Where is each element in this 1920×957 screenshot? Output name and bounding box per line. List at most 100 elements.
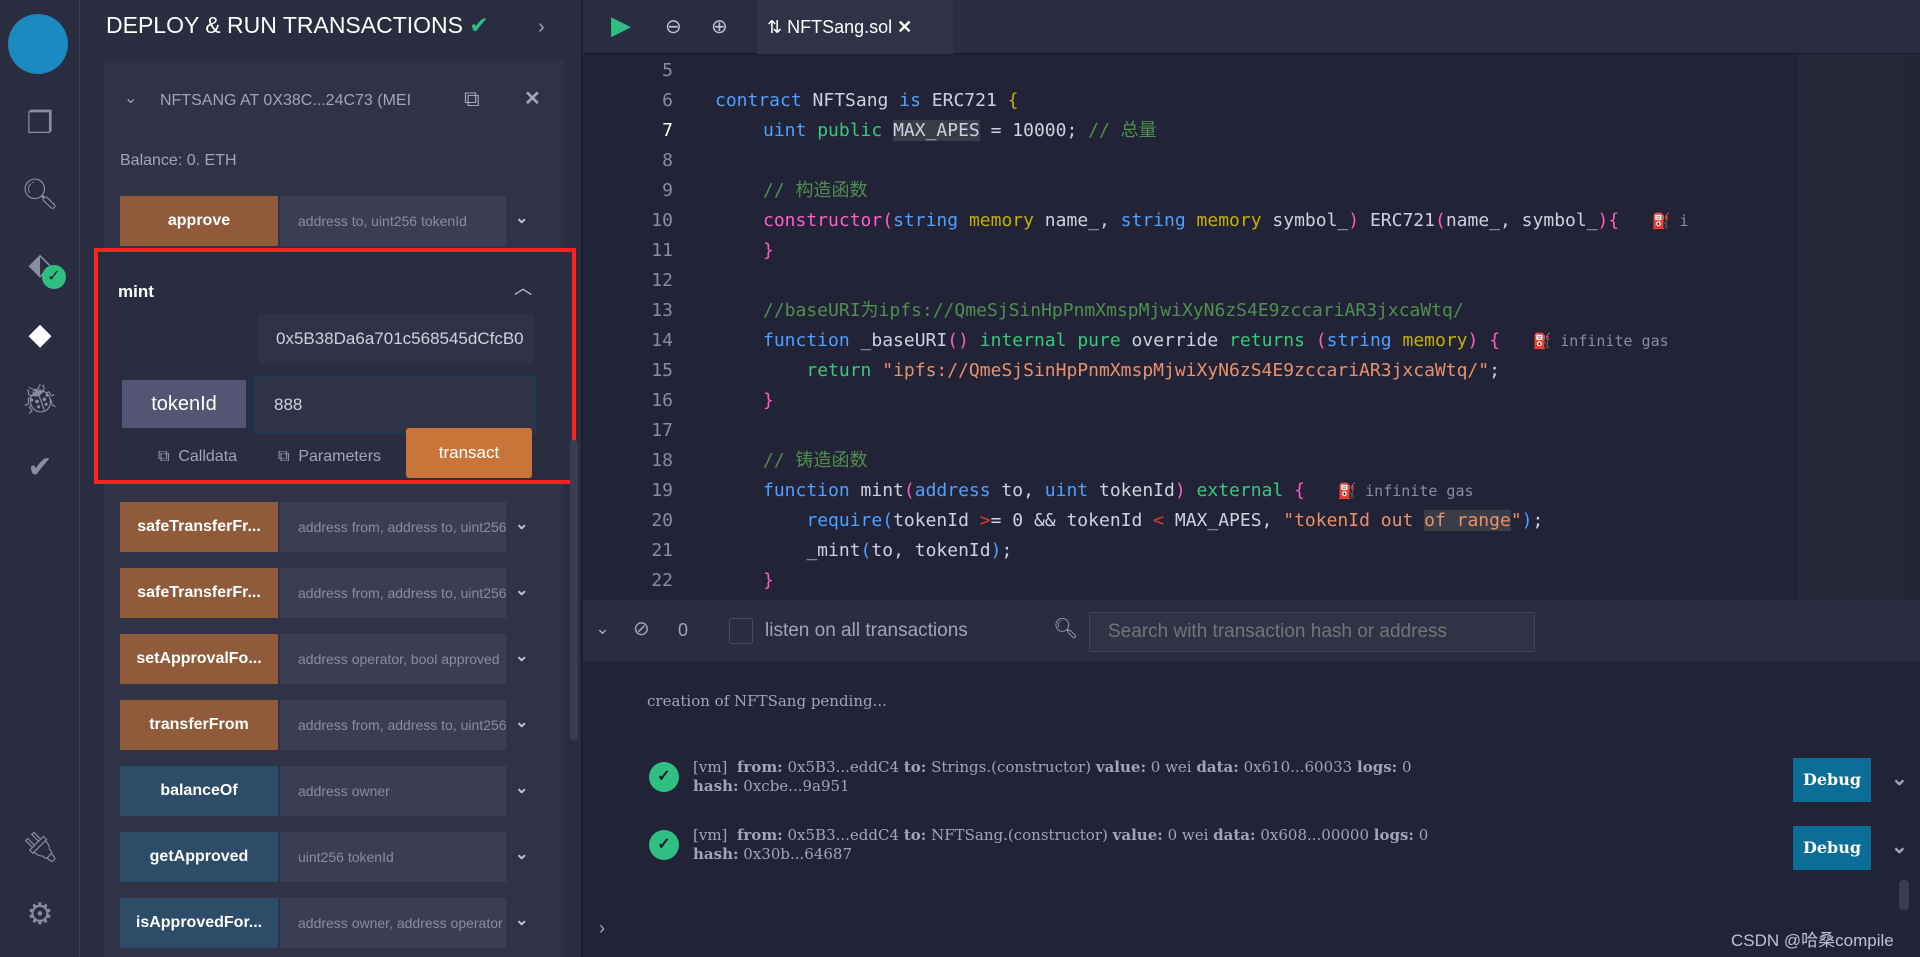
mint-title: mint — [118, 282, 154, 301]
expand-chevron-icon[interactable]: ⌄ — [515, 844, 528, 864]
transaction-log[interactable]: ✓ [vm] from: 0x5B3...eddC4 to: NFTSang.(… — [643, 826, 1920, 886]
line-number: 13 — [651, 300, 673, 321]
debugger-icon[interactable]: 🐞︎ — [20, 380, 60, 420]
function-button[interactable]: transferFrom — [120, 700, 278, 750]
line-number: 12 — [651, 270, 673, 291]
expand-chevron-icon[interactable]: ⌄ — [515, 514, 528, 534]
function-params-input[interactable]: address owner — [280, 766, 506, 816]
pending-count: 0 — [678, 620, 689, 640]
expand-chevron-icon[interactable]: ⌄ — [515, 778, 528, 798]
parameters-copy-button[interactable]: ⧉ Parameters — [278, 448, 381, 466]
collapse-terminal-icon[interactable]: ⌄ — [595, 618, 610, 639]
settings-gear-icon[interactable]: ⚙ — [20, 895, 60, 935]
prompt-icon[interactable]: › — [599, 918, 605, 939]
listen-label: listen on all transactions — [765, 620, 968, 641]
function-row: balanceOf address owner ⌄ — [120, 766, 528, 816]
function-button[interactable]: getApproved — [120, 832, 278, 882]
clear-icon[interactable]: ⊘ — [633, 616, 650, 641]
function-row: setApprovalFo... address operator, bool a… — [120, 634, 528, 684]
collapse-chevron-icon[interactable]: ⌄ — [124, 88, 137, 108]
line-number: 22 — [651, 570, 673, 591]
function-row: approve address to, uint256 tokenId ⌄ — [120, 196, 528, 246]
zoom-in-icon[interactable]: ⊕ — [711, 14, 728, 39]
code-line: //baseURI为ipfs://QmeSjSinHpPnmXmspMjwiXy… — [763, 300, 1464, 321]
transaction-search-input[interactable] — [1089, 612, 1535, 652]
expand-chevron-icon[interactable]: ⌄ — [515, 910, 528, 930]
calldata-copy-button[interactable]: ⧉ Calldata — [158, 448, 237, 466]
search-icon[interactable]: 🔍︎ — [20, 175, 60, 215]
expand-chevron-icon[interactable]: ⌄ — [515, 208, 528, 228]
function-button[interactable]: balanceOf — [120, 766, 278, 816]
zoom-out-icon[interactable]: ⊖ — [665, 14, 682, 39]
line-number: 19 — [651, 480, 673, 501]
function-button[interactable]: safeTransferFr... — [120, 502, 278, 552]
line-number: 10 — [651, 210, 673, 231]
code-line: function _baseURI() internal pure overri… — [763, 330, 1669, 351]
close-tab-icon[interactable]: ✕ — [897, 17, 912, 37]
function-params-input[interactable]: uint256 tokenId — [280, 832, 506, 882]
to-input[interactable] — [258, 314, 534, 364]
tab-nftsang[interactable]: ⇅ NFTSang.sol ✕ — [757, 0, 953, 54]
copy-icon: ⧉ — [278, 448, 290, 465]
file-sync-icon: ⇅ — [767, 17, 783, 37]
plugin-manager-icon[interactable]: 🔌︎ — [20, 828, 60, 868]
remix-logo-icon[interactable] — [8, 14, 68, 74]
collapse-up-chevron[interactable]: ︿ — [514, 274, 532, 300]
editor-scrollbar[interactable] — [1903, 54, 1920, 600]
debug-button[interactable]: Debug — [1793, 758, 1871, 802]
function-params-input[interactable]: address from, address to, uint256 tokenI… — [280, 700, 506, 750]
line-number: 16 — [651, 390, 673, 411]
code-line: return "ipfs://QmeSjSinHpPnmXmspMjwiXyN6… — [806, 360, 1500, 381]
panel-title: DEPLOY & RUN TRANSACTIONS — [106, 12, 464, 38]
pending-message: creation of NFTSang pending... — [647, 692, 887, 710]
line-number: 5 — [662, 60, 673, 81]
deploy-run-icon[interactable]: ◆ — [20, 315, 60, 355]
transaction-log[interactable]: ✓ [vm] from: 0x5B3...eddC4 to: Strings.(… — [643, 758, 1920, 818]
terminal: ⌄ ⊘ 0 listen on all transactions 🔍︎ crea… — [583, 600, 1920, 957]
function-button[interactable]: approve — [120, 196, 278, 246]
expand-chevron-icon[interactable]: ⌄ — [515, 646, 528, 666]
panel-scrollbar[interactable] — [570, 440, 578, 740]
success-check-icon: ✓ — [649, 830, 679, 860]
close-icon[interactable]: ✕ — [524, 86, 541, 111]
panel-expand-chevron[interactable]: › — [538, 16, 545, 39]
function-row: safeTransferFr... address from, address t… — [120, 568, 528, 618]
tokenid-input[interactable] — [254, 376, 536, 434]
tests-icon[interactable]: ✔ — [20, 448, 60, 488]
expand-chevron-icon[interactable]: ⌄ — [515, 712, 528, 732]
copy-icon[interactable]: ⧉ — [464, 86, 480, 112]
transact-button[interactable]: transact — [406, 428, 532, 478]
success-check-icon: ✓ — [649, 762, 679, 792]
code-line: } — [763, 240, 774, 261]
run-script-icon[interactable]: ▶ — [611, 10, 631, 41]
code-line: contract NFTSang is ERC721 { — [715, 90, 1019, 111]
function-button[interactable]: safeTransferFr... — [120, 568, 278, 618]
debug-button[interactable]: Debug — [1793, 826, 1871, 870]
copy-icon: ⧉ — [158, 448, 170, 465]
function-params-input[interactable]: address to, uint256 tokenId — [280, 196, 506, 246]
function-params-input[interactable]: address owner, address operator — [280, 898, 506, 948]
listen-checkbox[interactable] — [729, 618, 753, 644]
transaction-summary: [vm] from: 0x5B3...eddC4 to: NFTSang.(co… — [693, 826, 1429, 863]
expand-chevron-icon[interactable]: ⌄ — [1891, 766, 1908, 791]
function-button[interactable]: setApprovalFo... — [120, 634, 278, 684]
expand-chevron-icon[interactable]: ⌄ — [1891, 834, 1908, 859]
transaction-summary: [vm] from: 0x5B3...eddC4 to: Strings.(co… — [693, 758, 1412, 795]
line-number: 8 — [662, 150, 673, 171]
function-button[interactable]: isApprovedFor... — [120, 898, 278, 948]
function-row: getApproved uint256 tokenId ⌄ — [120, 832, 528, 882]
file-explorer-icon[interactable]: ❐ — [20, 104, 60, 144]
line-number: 17 — [651, 420, 673, 441]
editor-tabs: ▶ ⊖ ⊕ ⇅ NFTSang.sol ✕ — [583, 0, 1920, 54]
function-params-input[interactable]: address from, address to, uint256 tokenI… — [280, 502, 506, 552]
search-icon: 🔍︎ — [1053, 618, 1079, 640]
code-line: uint public MAX_APES = 10000; // 总量 — [763, 120, 1157, 141]
function-params-input[interactable]: address operator, bool approved — [280, 634, 506, 684]
code-line: constructor(string memory name_, string … — [763, 210, 1689, 231]
terminal-scrollbar[interactable] — [1899, 880, 1909, 910]
expand-chevron-icon[interactable]: ⌄ — [515, 580, 528, 600]
function-params-input[interactable]: address from, address to, uint256 tokenI… — [280, 568, 506, 618]
solidity-compiler-icon[interactable]: ⬖ ✓ — [20, 245, 66, 289]
instance-title: NFTSANG AT 0X38C...24C73 (MEI — [160, 92, 412, 109]
icon-bar: ❐ 🔍︎ ⬖ ✓ ◆ 🐞︎ ✔ 🔌︎ ⚙ — [0, 0, 80, 957]
